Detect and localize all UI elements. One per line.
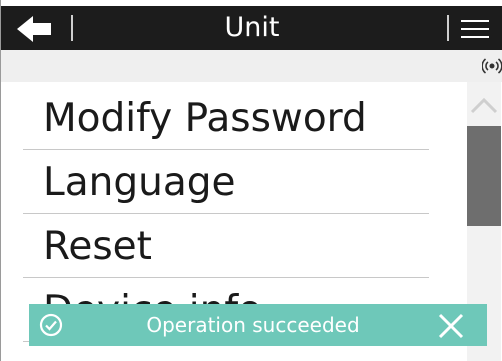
wireless-signal-icon bbox=[482, 58, 502, 74]
menu-button[interactable] bbox=[461, 16, 489, 40]
header-divider-right bbox=[447, 15, 449, 41]
menu-item-label: Modify Password bbox=[43, 96, 367, 141]
menu-item-language[interactable]: Language bbox=[23, 150, 429, 214]
status-bar bbox=[1, 50, 502, 82]
toast-message: Operation succeeded bbox=[146, 313, 360, 337]
chevron-up-icon[interactable] bbox=[469, 94, 499, 118]
toast-notification: Operation succeeded bbox=[29, 304, 487, 346]
menu-item-reset[interactable]: Reset bbox=[23, 214, 429, 278]
header-bar: Unit bbox=[1, 6, 502, 50]
scrollbar-thumb[interactable] bbox=[467, 126, 501, 226]
menu-item-modify-password[interactable]: Modify Password bbox=[23, 86, 429, 150]
menu-item-label: Reset bbox=[43, 224, 152, 269]
page-title: Unit bbox=[224, 12, 280, 43]
hamburger-menu-icon bbox=[461, 20, 489, 38]
menu-item-label: Language bbox=[43, 160, 236, 205]
close-icon[interactable] bbox=[437, 312, 465, 340]
